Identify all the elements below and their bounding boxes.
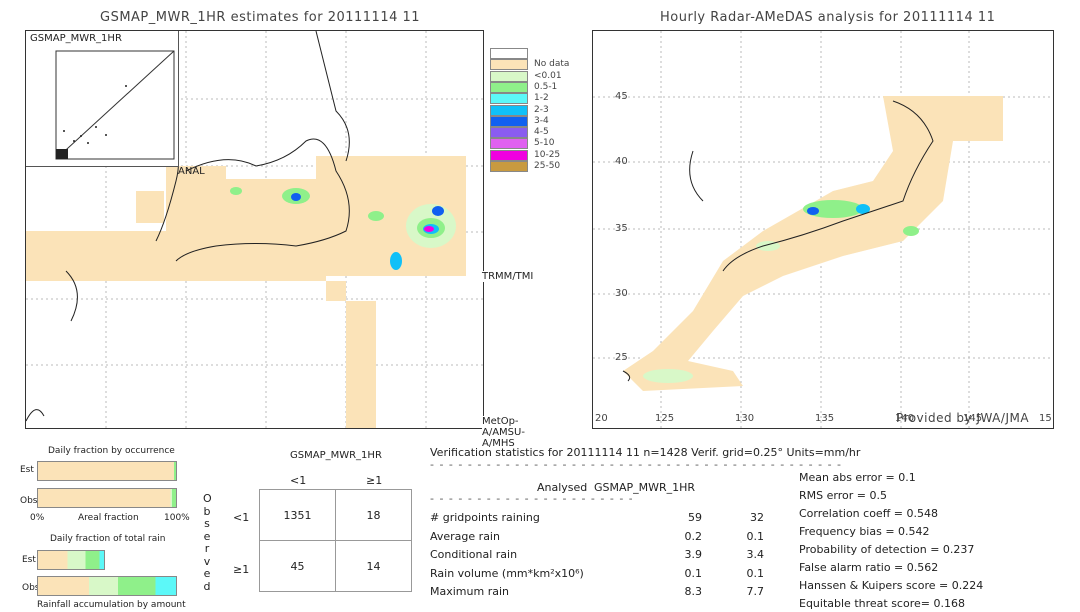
lat-label: 25: [615, 352, 628, 363]
credit-text: Provided by JWA/JMA: [896, 411, 1030, 425]
cell-hit-none: 1351: [259, 489, 336, 541]
stat-row-label: # gridpoints raining: [430, 511, 540, 524]
legend-label: No data: [534, 59, 570, 70]
score-line: Equitable threat score= 0.168: [799, 597, 965, 610]
tr-caption: Rainfall accumulation by amount: [37, 600, 186, 610]
lon-label: 20: [595, 413, 608, 424]
score-line: RMS error = 0.5: [799, 489, 887, 502]
legend-swatch: [490, 104, 528, 116]
legend-label: 2-3: [534, 104, 549, 115]
legend-swatch: [490, 59, 528, 71]
stat-row-est: 0.1: [746, 529, 765, 543]
legend-label: 1-2: [534, 93, 549, 104]
score-line: Correlation coeff = 0.548: [799, 507, 938, 520]
occ-x0: 0%: [30, 513, 45, 523]
col-label-ge1: ≥1: [366, 474, 383, 487]
stat-row-analysed: 8.3: [684, 585, 703, 598]
radar-coverage: [623, 96, 1003, 391]
legend-swatch: [490, 81, 528, 93]
stat-row-analysed: 0.2: [684, 529, 703, 543]
stat-row-est: 0.1: [746, 566, 765, 580]
tr-est-bar: [37, 550, 105, 570]
lon-label: 125: [655, 413, 675, 424]
legend-swatch: [490, 138, 528, 150]
occ-obs-label: Obs: [20, 496, 38, 506]
legend-label: <0.01: [534, 70, 562, 81]
lat-label: 40: [615, 156, 628, 167]
legend-swatch: [490, 115, 528, 127]
stat-row-label: Maximum rain: [430, 585, 509, 598]
score-line: False alarm ratio = 0.562: [799, 561, 939, 574]
right-map-canvas: [593, 31, 1053, 428]
score-line: Mean abs error = 0.1: [799, 471, 916, 484]
lat-label: 45: [615, 91, 628, 102]
occ-obs-bar: [37, 488, 177, 508]
legend-label: 4-5: [534, 127, 549, 138]
cell-false-alarm: 18: [335, 489, 412, 541]
score-line: Probability of detection = 0.237: [799, 543, 975, 556]
legend-label: 25-50: [534, 161, 561, 171]
lon-label: 130: [735, 413, 755, 424]
legend-label: 3-4: [534, 115, 549, 126]
occ-xmid: Areal fraction: [78, 513, 139, 523]
right-map-title: Hourly Radar-AMeDAS analysis for 2011111…: [660, 10, 996, 25]
total-rain-title: Daily fraction of total rain: [50, 534, 166, 544]
occurrence-title: Daily fraction by occurrence: [48, 446, 175, 456]
legend-swatch: [490, 127, 528, 139]
legend-swatch: [490, 149, 528, 161]
right-map: 45 40 35 30 25 20 125 130 135 140 145 15 Provided …: [592, 30, 1054, 429]
scatter-inset: GSMAP_MWR_1HR ANAL: [26, 31, 205, 177]
occ-est-label: Est: [20, 465, 34, 475]
legend-swatch: [490, 161, 528, 172]
stat-row-label: Conditional rain: [430, 548, 518, 561]
contingency-header: GSMAP_MWR_1HR: [290, 450, 382, 461]
lon-label: 135: [815, 413, 835, 424]
occ-est-bar: [37, 461, 177, 481]
score-line: Hanssen & Kuipers score = 0.224: [799, 579, 984, 592]
sensor-label-amsu: MetOp-A/AMSU-A/MHS: [482, 416, 525, 449]
stat-row-label: Rain volume (mm*km²x10⁶): [430, 566, 584, 580]
stat-row-label: Average rain: [430, 529, 500, 543]
occ-x1: 100%: [164, 513, 190, 523]
lat-label: 30: [615, 288, 628, 299]
legend-label: 10-25: [534, 149, 561, 160]
stat-row-est: 3.4: [746, 548, 765, 561]
tr-obs-bar: [37, 576, 177, 596]
row-title-observed: Observed: [203, 492, 212, 593]
inset-x-label: ANAL: [178, 166, 205, 177]
legend-swatch: [490, 48, 528, 59]
sensor-label-tmi: TRMM/TMI: [482, 271, 534, 282]
col-label-lt1: <1: [290, 474, 307, 487]
cell-miss: 45: [259, 540, 336, 592]
stat-row-analysed: 59: [688, 511, 702, 524]
score-line: Frequency bias = 0.542: [799, 525, 930, 538]
nodata-swath: [26, 156, 466, 428]
inset-plot: [55, 50, 175, 160]
stat-row-est: 32: [750, 511, 764, 524]
row-label-lt1: <1: [233, 511, 250, 524]
color-legend: No data <0.01 0.5-1 1-2 2-3 3-4 4-5 5-10 10-25 25…: [490, 48, 570, 174]
lon-label: 15: [1039, 413, 1052, 424]
row-label-ge1: ≥1: [233, 563, 250, 576]
tr-est-label: Est: [22, 555, 36, 565]
stat-row-analysed: 0.1: [684, 566, 703, 580]
lat-label: 35: [615, 223, 628, 234]
legend-label: 5-10: [534, 138, 555, 149]
legend-swatch: [490, 93, 528, 105]
stat-row-est: 7.7: [746, 585, 765, 598]
stat-row-analysed: 3.9: [684, 548, 703, 561]
legend-label: 0.5-1: [534, 81, 558, 92]
left-map-title: GSMAP_MWR_1HR estimates for 20111114 11: [100, 10, 421, 25]
left-map: GSMAP_MWR_1HR ANAL TRMM/TMI MetOp-A/AMSU…: [25, 30, 534, 449]
legend-swatch: [490, 70, 528, 82]
cell-hit: 14: [335, 540, 412, 592]
